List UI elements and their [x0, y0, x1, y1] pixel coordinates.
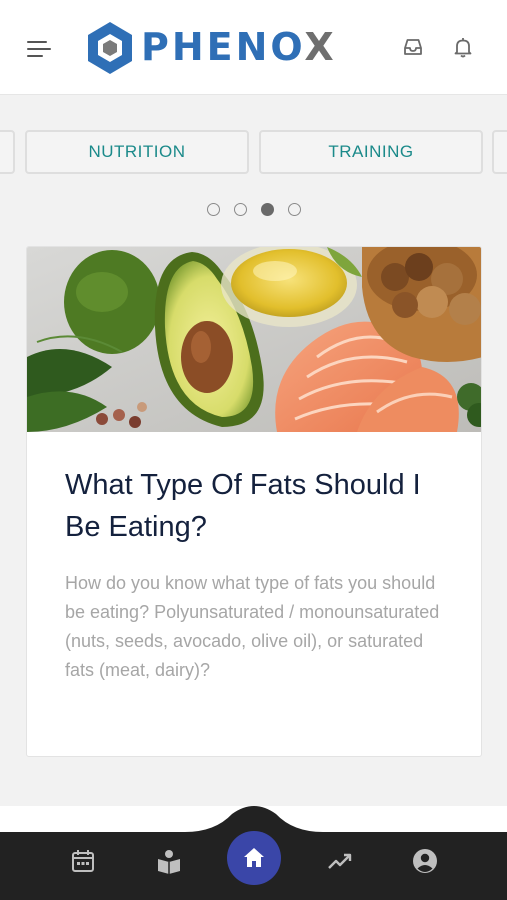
article-image	[27, 247, 481, 432]
carousel-dot-4[interactable]	[288, 203, 301, 216]
carousel-dot-3-active[interactable]	[261, 203, 274, 216]
app-header: PHENOX	[0, 0, 507, 95]
logo-wordmark-main: PHENO	[141, 25, 305, 69]
home-icon	[244, 848, 264, 867]
hamburger-menu-icon[interactable]	[27, 37, 53, 59]
carousel-dot-1[interactable]	[207, 203, 220, 216]
home-button[interactable]	[227, 831, 281, 885]
calendar-icon[interactable]	[69, 847, 97, 875]
account-icon[interactable]	[411, 847, 439, 875]
article-title: What Type Of Fats Should I Be Eating?	[65, 469, 421, 543]
inbox-icon[interactable]	[401, 35, 425, 59]
carousel-dot-2[interactable]	[234, 203, 247, 216]
phenox-logo: PHENOX	[85, 20, 360, 76]
carousel-pagination	[207, 203, 307, 217]
article-card[interactable]: What Type Of Fats Should I Be Eating? Ho…	[26, 246, 482, 757]
reading-icon[interactable]	[155, 847, 183, 875]
category-tab-nutrition[interactable]: NUTRITION	[25, 130, 249, 174]
category-tab-next[interactable]	[492, 130, 507, 174]
bell-icon[interactable]	[451, 35, 475, 59]
logo-wordmark-x: X	[304, 25, 337, 69]
category-tab-training[interactable]: TRAINING	[259, 130, 483, 174]
logo-wordmark: PHENOX	[141, 25, 337, 69]
logo-mark	[88, 22, 132, 74]
article-description: How do you know what type of fats you sh…	[65, 573, 440, 680]
category-tab-previous[interactable]	[0, 130, 15, 174]
trending-icon[interactable]	[326, 847, 354, 875]
